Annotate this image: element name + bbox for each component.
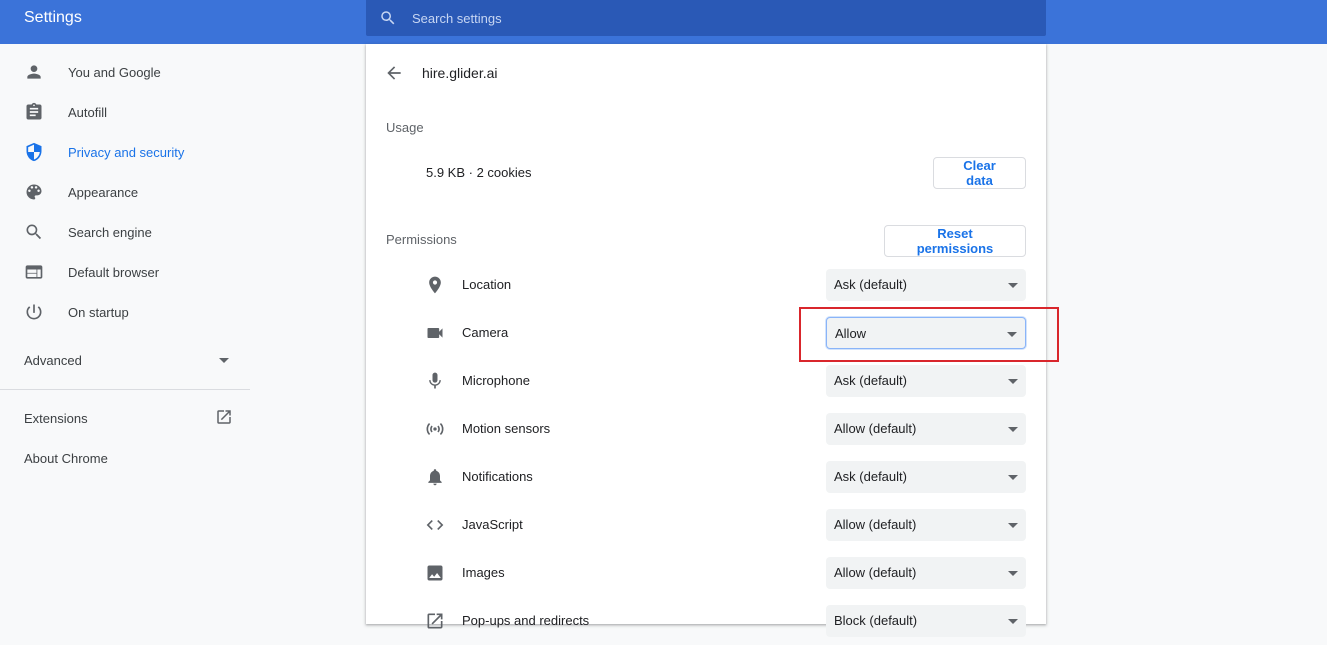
browser-icon [24, 262, 44, 282]
permission-label: Microphone [462, 373, 530, 388]
sidebar-item-privacy-and-security[interactable]: Privacy and security [0, 132, 250, 172]
open-in-new-icon [215, 408, 233, 431]
permission-label: Pop-ups and redirects [462, 613, 590, 628]
sidebar-item-appearance[interactable]: Appearance [0, 172, 250, 212]
permission-row-javascript: JavaScript Allow (default) [366, 501, 1046, 549]
extensions-label: Extensions [24, 411, 88, 426]
search-bar[interactable] [366, 0, 1046, 36]
app-title: Settings [24, 9, 82, 26]
permission-label: Camera [462, 325, 509, 340]
permission-label: Motion sensors [462, 421, 551, 436]
permission-row-location: Location Ask (default) [366, 261, 1046, 309]
sidebar-item-default-browser[interactable]: Default browser [0, 252, 250, 292]
select-value: Ask (default) [834, 469, 907, 484]
select-value: Allow (default) [834, 565, 917, 580]
sensors-icon [425, 419, 445, 439]
sidebar: You and Google Autofill Privacy and secu… [0, 44, 250, 619]
permission-label: JavaScript [462, 517, 523, 532]
sidebar-item-label: Appearance [68, 184, 139, 200]
reset-permissions-button[interactable]: Reset permissions [884, 225, 1026, 257]
clear-data-button[interactable]: Clear data [933, 157, 1026, 189]
motion-sensors-permission-select[interactable]: Allow (default) [826, 413, 1026, 445]
sidebar-item-you-and-google[interactable]: You and Google [0, 52, 250, 92]
image-icon [425, 563, 445, 583]
dropdown-arrow-icon [1008, 427, 1018, 432]
permission-label: Notifications [462, 469, 533, 484]
search-input[interactable] [412, 0, 1012, 36]
permissions-heading: Permissions [386, 232, 457, 247]
permission-row-microphone: Microphone Ask (default) [366, 357, 1046, 405]
annotation-highlight-box [799, 307, 1059, 362]
page-title: hire.glider.ai [422, 65, 498, 81]
sidebar-item-label: Privacy and security [68, 144, 185, 160]
select-value: Ask (default) [834, 373, 907, 388]
sidebar-item-label: Autofill [68, 104, 108, 120]
sidebar-item-autofill[interactable]: Autofill [0, 92, 250, 132]
sidebar-item-on-startup[interactable]: On startup [0, 292, 250, 332]
advanced-label: Advanced [24, 353, 82, 368]
select-value: Allow (default) [834, 517, 917, 532]
sidebar-item-extensions[interactable]: Extensions [0, 398, 250, 438]
sidebar-item-about-chrome[interactable]: About Chrome [0, 438, 250, 478]
dropdown-arrow-icon [1008, 571, 1018, 576]
notifications-permission-select[interactable]: Ask (default) [826, 461, 1026, 493]
sidebar-item-label: Search engine [68, 224, 152, 240]
chevron-down-icon [219, 358, 229, 363]
sidebar-item-label: On startup [68, 304, 129, 320]
search-icon [24, 222, 44, 242]
search-icon [379, 9, 397, 27]
permission-label: Images [462, 565, 505, 580]
dropdown-arrow-icon [1008, 619, 1018, 624]
permission-row-motion-sensors: Motion sensors Allow (default) [366, 405, 1046, 453]
palette-icon [24, 182, 44, 202]
code-icon [425, 515, 445, 535]
sidebar-item-label: You and Google [68, 64, 161, 80]
bell-icon [425, 467, 445, 487]
person-icon [24, 62, 44, 82]
permission-label: Location [462, 277, 512, 292]
select-value: Allow (default) [834, 421, 917, 436]
back-arrow-icon[interactable] [384, 63, 404, 83]
javascript-permission-select[interactable]: Allow (default) [826, 509, 1026, 541]
popups-permission-select[interactable]: Block (default) [826, 605, 1026, 637]
dropdown-arrow-icon [1008, 475, 1018, 480]
open-in-new-icon [425, 611, 445, 631]
advanced-toggle[interactable]: Advanced [0, 340, 250, 380]
shield-icon [24, 142, 44, 162]
microphone-icon [425, 371, 445, 391]
permission-row-notifications: Notifications Ask (default) [366, 453, 1046, 501]
dropdown-arrow-icon [1008, 379, 1018, 384]
about-chrome-label: About Chrome [24, 451, 108, 466]
permission-row-popups: Pop-ups and redirects Block (default) [366, 597, 1046, 645]
location-permission-select[interactable]: Ask (default) [826, 269, 1026, 301]
sidebar-item-search-engine[interactable]: Search engine [0, 212, 250, 252]
select-value: Ask (default) [834, 277, 907, 292]
power-icon [24, 302, 44, 322]
permission-row-images: Images Allow (default) [366, 549, 1046, 597]
location-pin-icon [425, 275, 445, 295]
sidebar-divider [0, 389, 250, 390]
microphone-permission-select[interactable]: Ask (default) [826, 365, 1026, 397]
sidebar-item-label: Default browser [68, 264, 160, 280]
images-permission-select[interactable]: Allow (default) [826, 557, 1026, 589]
select-value: Block (default) [834, 613, 918, 628]
dropdown-arrow-icon [1008, 523, 1018, 528]
dropdown-arrow-icon [1008, 283, 1018, 288]
usage-heading: Usage [386, 120, 424, 135]
clipboard-icon [24, 102, 44, 122]
camera-icon [425, 323, 445, 343]
usage-summary: 5.9 KB · 2 cookies [426, 165, 532, 180]
